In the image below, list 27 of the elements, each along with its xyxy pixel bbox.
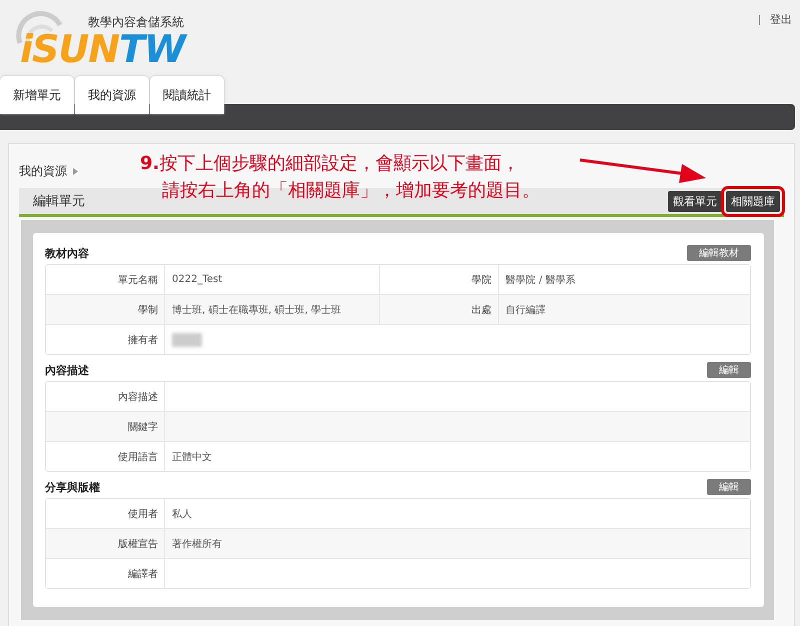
edit-button[interactable]: 編輯: [707, 479, 751, 495]
section-title: 分享與版權: [45, 480, 100, 494]
page-title: 編輯單元: [33, 193, 85, 210]
field-label: 使用語言: [46, 442, 165, 471]
chevron-right-icon: [73, 168, 78, 175]
logout-link[interactable]: 登出: [770, 12, 792, 27]
header-button[interactable]: 相關題庫: [726, 190, 780, 212]
field-value: 0222_Test: [172, 274, 222, 285]
section-title: 教材內容: [45, 246, 89, 260]
field-value: 私人: [172, 508, 192, 520]
breadcrumb-link[interactable]: 我的資源: [19, 163, 78, 180]
field-value: 博士班, 碩士在職專班, 碩士班, 學士班: [172, 304, 342, 316]
edit-button[interactable]: 編輯教材: [687, 245, 751, 261]
field-value: 正體中文: [172, 450, 212, 464]
section-title: 內容描述: [45, 362, 89, 378]
nav-tab[interactable]: 閱讀統計: [150, 76, 224, 114]
annotation-text: 9.按下上個步驟的細部設定，會顯示以下畫面，: [140, 152, 520, 176]
nav-tab[interactable]: 新增單元: [0, 76, 74, 114]
field-label: 擁有者: [46, 325, 165, 354]
field-label: 編譯者: [46, 559, 165, 588]
header-button[interactable]: 觀看單元: [668, 190, 722, 212]
field-value: 醫學院 / 醫學系: [506, 274, 576, 286]
field-value: 自行編譯: [506, 304, 546, 316]
field-value: 著作權所有: [172, 538, 222, 550]
nav-tab[interactable]: 我的資源: [75, 76, 149, 114]
annotation-text: 請按右上角的「相關題庫」，增加要考的題目。: [161, 179, 540, 203]
edit-button[interactable]: 編輯: [707, 362, 751, 378]
